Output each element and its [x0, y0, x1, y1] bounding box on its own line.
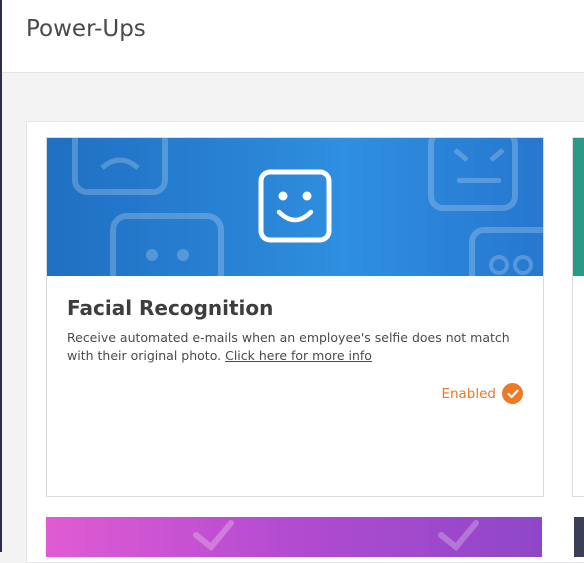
- status-indicator[interactable]: Enabled: [441, 383, 523, 404]
- power-up-card-partial-below-right[interactable]: [574, 517, 584, 557]
- page-header: Power-Ups: [2, 0, 584, 73]
- banner-faces-illustration: [72, 138, 543, 276]
- smiley-face-icon: [258, 169, 332, 243]
- power-up-card-facial-recognition[interactable]: Facial Recognition Receive automated e-m…: [46, 137, 544, 497]
- banner-checkmarks-illustration: [193, 520, 479, 552]
- card-banner-partial: [573, 138, 584, 276]
- more-info-link[interactable]: Click here for more info: [225, 348, 372, 363]
- power-up-card-partial-below[interactable]: [46, 517, 542, 557]
- app-left-edge: [0, 0, 2, 552]
- page-title: Power-Ups: [26, 16, 146, 42]
- card-banner: [47, 138, 543, 276]
- checkmark-icon: [502, 383, 523, 404]
- card-title: Facial Recognition: [67, 296, 274, 320]
- status-label: Enabled: [441, 385, 496, 402]
- card-description: Receive automated e-mails when an employ…: [67, 329, 527, 365]
- power-up-card-partial-right[interactable]: [572, 137, 584, 497]
